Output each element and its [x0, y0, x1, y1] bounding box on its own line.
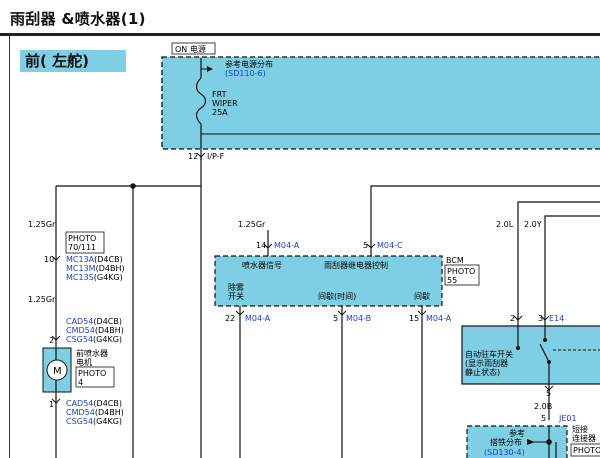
pin-1: 1	[49, 400, 54, 409]
conn-mc13s[interactable]: MC13S(G4KG)	[66, 273, 123, 282]
pin-3-right: 3	[538, 314, 543, 323]
wire-125gr-b: 1.25Gr	[28, 295, 56, 304]
csg54-b-variant: (G4KG)	[93, 417, 122, 426]
mc13a-variant: (D4CB)	[94, 255, 123, 264]
cmd54-link[interactable]: CMD54	[66, 326, 95, 335]
conn-csg54-b[interactable]: CSG54(G4KG)	[66, 417, 122, 426]
pin-5-bot: 5	[333, 314, 338, 323]
photo-4-num: 4	[78, 378, 83, 387]
mc13a-link[interactable]: MC13A	[66, 255, 95, 264]
defog-label-1: 除雾	[228, 282, 244, 292]
pin-2-right: 2	[510, 314, 515, 323]
on-power-label: ON 电源	[175, 44, 206, 54]
ground-ref-label-1: 参考	[509, 428, 525, 438]
short-conn-label-1: 短接	[572, 424, 588, 434]
conn-m04a-b1[interactable]: M04-A	[245, 314, 271, 323]
conn-cad54[interactable]: CAD54(D4CB)	[66, 317, 122, 326]
photo-55-num: 55	[447, 276, 457, 285]
wire-20y: 2.0Y	[524, 220, 542, 229]
defog-label-2: 开关	[228, 291, 244, 301]
ground-ref-label-2: 搭铁分布	[490, 437, 522, 447]
pin-15: 15	[409, 314, 419, 323]
intermittent-label: 间歇	[414, 291, 430, 301]
auto-park-label-2: (显示雨刮器	[465, 358, 508, 368]
photo-4-label: PHOTO	[78, 369, 106, 378]
csg54-b-link[interactable]: CSG54	[66, 417, 93, 426]
conn-cmd54-b[interactable]: CMD54(D4BH)	[66, 408, 124, 417]
photo-55-label: PHOTO	[447, 267, 475, 276]
cad54-b-link[interactable]: CAD54	[66, 399, 93, 408]
conn-m04b[interactable]: M04-B	[346, 314, 371, 323]
wire-bcm-5-top	[370, 185, 600, 256]
mc13s-variant: (G4KG)	[94, 273, 123, 282]
conn-cad54-b[interactable]: CAD54(D4CB)	[66, 399, 122, 408]
auto-park-label-3: 静止状态)	[465, 367, 500, 377]
pin-14: 14	[256, 241, 266, 250]
mc13m-link[interactable]: MC13M	[66, 264, 96, 273]
wire-20y-path	[544, 215, 600, 326]
wire-125gr-c: 1.25Gr	[238, 220, 266, 229]
wire-125gr-a: 1.25Gr	[28, 220, 56, 229]
fuse-rating: 25A	[212, 108, 228, 117]
washer-motor-name-1: 前喷水器	[76, 348, 108, 358]
photo-right-label: PHOTO	[573, 446, 600, 455]
conn-m04c[interactable]: M04-C	[377, 241, 403, 250]
cad54-variant: (D4CB)	[93, 317, 122, 326]
photo-70-num: 70/111	[68, 243, 96, 252]
conn-je01[interactable]: JE01	[558, 414, 577, 423]
conn-m04a-b2[interactable]: M04-A	[426, 314, 452, 323]
cmd54-b-variant: (D4BH)	[95, 408, 124, 417]
cad54-link[interactable]: CAD54	[66, 317, 93, 326]
switch-contact-right	[543, 338, 547, 342]
short-conn-label-2: 连接器	[572, 433, 596, 443]
ref-power-code[interactable]: (SD110-6)	[225, 69, 266, 78]
mc13s-link[interactable]: MC13S	[66, 273, 94, 282]
conn-csg54[interactable]: CSG54(G4KG)	[66, 335, 122, 344]
switch-contact-left	[516, 346, 520, 350]
pin-5-top: 5	[363, 241, 368, 250]
mc13m-variant: (D4BH)	[96, 264, 125, 273]
conn-mc13m[interactable]: MC13M(D4BH)	[66, 264, 125, 273]
auto-park-label-1: 自动驻车开关	[465, 349, 513, 359]
photo-70-label: PHOTO	[68, 234, 96, 243]
wiper-relay-label: 雨刮器继电器控制	[324, 260, 388, 270]
ground-ref-code[interactable]: (SD130-4)	[484, 448, 525, 457]
motor-m: M	[53, 366, 62, 377]
cmd54-variant: (D4BH)	[95, 326, 124, 335]
conn-ipf[interactable]: I/P-F	[207, 152, 225, 161]
washer-motor-name-2: 电机	[76, 357, 92, 367]
fuse-name-2: WIPER	[212, 99, 238, 108]
cmd54-b-link[interactable]: CMD54	[66, 408, 95, 417]
pin-22: 22	[225, 314, 235, 323]
wire-20l: 2.0L	[496, 220, 514, 229]
conn-m04a-top[interactable]: M04-A	[274, 241, 300, 250]
washer-signal-label: 喷水器信号	[242, 260, 282, 270]
schematic: ON 电源 参考电源分布 (SD110-6) FRT WIPER 25A 12 …	[28, 42, 600, 458]
csg54-link[interactable]: CSG54	[66, 335, 93, 344]
conn-cmd54[interactable]: CMD54(D4BH)	[66, 326, 124, 335]
ground-junction	[546, 439, 552, 445]
csg54-variant: (G4KG)	[93, 335, 122, 344]
conn-e14[interactable]: E14	[549, 314, 564, 323]
conn-mc13a[interactable]: MC13A(D4CB)	[66, 255, 123, 264]
bcm-label: BCM	[446, 256, 464, 265]
wiring-diagram-page: 雨刮器 &喷水器(1) 前( 左舵) ON 电源 参考电源分布 (SD110-6…	[0, 0, 600, 458]
ref-power-label: 参考电源分布	[225, 59, 273, 69]
fuse-name-1: FRT	[212, 90, 227, 99]
cad54-b-variant: (D4CB)	[93, 399, 122, 408]
intermittent-time-label: 间歇(时间)	[318, 291, 356, 301]
pin-5-je01: 5	[541, 414, 546, 423]
